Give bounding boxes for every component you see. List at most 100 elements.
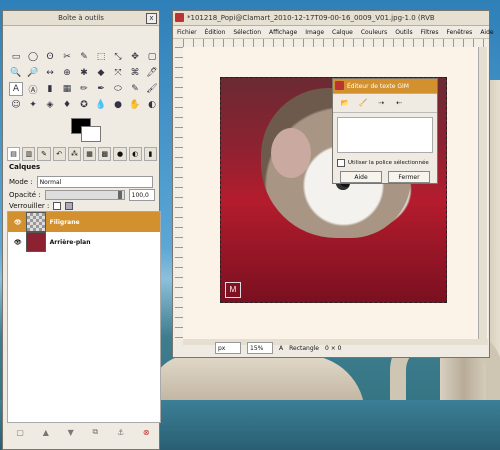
tab-layers[interactable]: ▤ <box>7 147 21 161</box>
zoom-select[interactable]: 15% <box>247 342 273 354</box>
text-editor-titlebar[interactable]: Éditeur de texte GIM <box>333 79 437 94</box>
tab-palette[interactable]: ▮ <box>143 147 158 161</box>
toolbox-titlebar[interactable]: Boîte à outils x <box>3 11 159 26</box>
tool-20-icon[interactable]: ▮ <box>43 82 57 96</box>
tool-31-icon[interactable]: ✪ <box>77 98 91 112</box>
close-button[interactable]: Fermer <box>388 171 430 183</box>
rectangle-tool-icon: A <box>279 344 284 352</box>
raise-layer-icon[interactable]: ▲ <box>43 428 49 437</box>
new-layer-icon[interactable]: ▢ <box>16 428 24 437</box>
tool-15-icon[interactable]: ⤧ <box>111 66 125 80</box>
menu-item[interactable]: Image <box>305 29 324 36</box>
menu-item[interactable]: Affichage <box>269 29 297 36</box>
menu-item[interactable]: Sélection <box>233 29 261 36</box>
open-file-icon[interactable]: 📂 <box>339 98 351 108</box>
mode-value: Normal <box>39 178 62 186</box>
tool-10-icon[interactable]: 🔎 <box>26 66 40 80</box>
opacity-input[interactable]: 100,0 <box>128 189 155 201</box>
tool-23-icon[interactable]: ✒ <box>94 82 108 96</box>
tool-4-icon[interactable]: ✎ <box>77 50 91 64</box>
tab-undo[interactable]: ↶ <box>52 147 66 161</box>
layer-row-arriere-plan[interactable]: 👁 Arrière-plan <box>8 232 160 252</box>
tool-19-icon[interactable]: Ⓐ <box>26 82 40 96</box>
tab-patterns[interactable]: ▦ <box>83 147 97 161</box>
lower-layer-icon[interactable]: ▼ <box>68 428 74 437</box>
rtl-icon[interactable]: ⇠ <box>393 98 405 108</box>
tab-paths[interactable]: ✎ <box>37 147 51 161</box>
ltr-icon[interactable]: ⇢ <box>375 98 387 108</box>
layer-thumbnail <box>25 232 46 252</box>
tool-8-icon[interactable]: ▢ <box>145 50 159 64</box>
opacity-slider[interactable] <box>44 190 125 200</box>
text-edit-area[interactable] <box>337 117 433 153</box>
layers-list: 👁 Filigrane 👁 Arrière-plan <box>7 211 161 423</box>
menu-item[interactable]: Aide <box>480 29 493 36</box>
tool-0-icon[interactable]: ▭ <box>9 50 23 64</box>
tool-7-icon[interactable]: ✥ <box>128 50 142 64</box>
lock-alpha-checkbox[interactable] <box>65 202 74 210</box>
tool-21-icon[interactable]: ▦ <box>60 82 74 96</box>
background-color[interactable] <box>81 126 101 142</box>
tool-33-icon[interactable]: ● <box>111 98 125 112</box>
tool-28-icon[interactable]: ✦ <box>26 98 40 112</box>
tool-1-icon[interactable]: ◯ <box>26 50 40 64</box>
use-font-label: Utiliser la police sélectionnée <box>348 160 429 166</box>
unit-select[interactable]: px <box>215 342 241 354</box>
use-font-option[interactable]: Utiliser la police sélectionnée <box>333 157 437 169</box>
image-window-titlebar[interactable]: *101218_Popi@Clamart_2010-12-17T09-00-16… <box>173 11 489 26</box>
layer-row-filigrane[interactable]: 👁 Filigrane <box>8 212 160 232</box>
tool-16-icon[interactable]: ⌘ <box>128 66 142 80</box>
gimp-icon <box>335 81 344 90</box>
tool-13-icon[interactable]: ✱ <box>77 66 91 80</box>
tab-gradients[interactable]: ▩ <box>98 147 112 161</box>
tool-12-icon[interactable]: ⊕ <box>60 66 74 80</box>
tool-24-icon[interactable]: ⬭ <box>111 82 125 96</box>
tab-colors[interactable]: ◐ <box>128 147 142 161</box>
eye-icon[interactable]: 👁 <box>14 219 22 226</box>
tool-14-icon[interactable]: ◆ <box>94 66 108 80</box>
menu-item[interactable]: Calque <box>332 29 353 36</box>
tool-32-icon[interactable]: 💧 <box>94 98 108 112</box>
tab-channels[interactable]: ▥ <box>22 147 36 161</box>
delete-layer-icon[interactable]: ⊗ <box>143 428 150 437</box>
menu-item[interactable]: Édition <box>205 29 226 36</box>
tool-11-icon[interactable]: ↔ <box>43 66 57 80</box>
close-icon[interactable]: x <box>146 13 157 24</box>
mouse-ear <box>271 128 311 178</box>
eye-icon[interactable]: 👁 <box>14 239 22 246</box>
use-font-checkbox[interactable] <box>337 159 345 167</box>
image-window-title: *101218_Popi@Clamart_2010-12-17T09-00-16… <box>187 14 435 22</box>
tool-30-icon[interactable]: ♦ <box>60 98 74 112</box>
tool-29-icon[interactable]: ◈ <box>43 98 57 112</box>
tool-5-icon[interactable]: ⬚ <box>94 50 108 64</box>
tool-22-icon[interactable]: ✏ <box>77 82 91 96</box>
menu-item[interactable]: Outils <box>395 29 412 36</box>
vertical-scrollbar[interactable] <box>478 47 487 339</box>
tool-2-icon[interactable]: ʘ <box>43 50 57 64</box>
duplicate-layer-icon[interactable]: ⧉ <box>93 427 99 437</box>
tool-25-icon[interactable]: ✎ <box>128 82 142 96</box>
tool-18-icon[interactable]: A <box>9 82 23 96</box>
menu-item[interactable]: Couleurs <box>361 29 387 36</box>
opacity-label: Opacité : <box>9 191 41 199</box>
tool-3-icon[interactable]: ✂ <box>60 50 74 64</box>
mode-select[interactable]: Normal <box>36 176 153 188</box>
tool-34-icon[interactable]: ✋ <box>128 98 142 112</box>
lock-pixels-checkbox[interactable] <box>53 202 62 210</box>
tool-9-icon[interactable]: 🔍 <box>9 66 23 80</box>
menu-item[interactable]: Fichier <box>177 29 197 36</box>
layer-name: Filigrane <box>49 218 80 226</box>
color-swatches[interactable] <box>67 118 107 148</box>
clear-icon[interactable]: 🧹 <box>357 98 369 108</box>
tool-35-icon[interactable]: ◐ <box>145 98 159 112</box>
menu-item[interactable]: Fenêtres <box>446 29 472 36</box>
help-button[interactable]: Aide <box>340 171 382 183</box>
tool-6-icon[interactable]: ⤡ <box>111 50 125 64</box>
tab-fonts[interactable]: ● <box>113 147 127 161</box>
tool-27-icon[interactable]: ☺ <box>9 98 23 112</box>
tool-17-icon[interactable]: 🖊 <box>145 66 159 80</box>
menu-item[interactable]: Filtres <box>421 29 439 36</box>
tool-26-icon[interactable]: 🖌 <box>145 82 159 96</box>
tab-brushes[interactable]: ⁂ <box>67 147 82 161</box>
anchor-layer-icon[interactable]: ⚓ <box>117 428 124 437</box>
